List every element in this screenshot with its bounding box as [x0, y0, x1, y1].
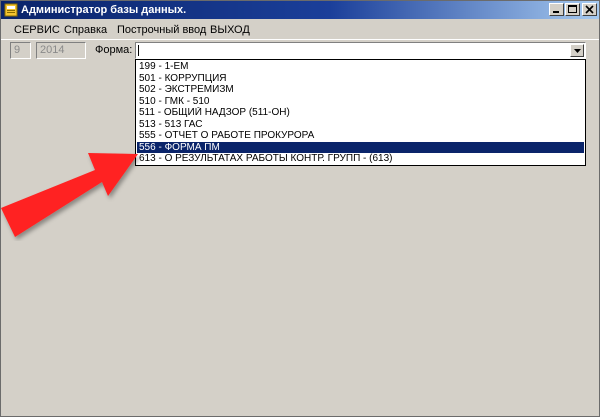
menu-row-input[interactable]: Построчный ввод: [117, 22, 206, 38]
app-window: Администратор базы данных. СЕРВИС Справк…: [0, 0, 600, 417]
menu-service[interactable]: СЕРВИС: [14, 22, 60, 38]
dropdown-option[interactable]: 199 - 1-ЕМ: [137, 61, 584, 72]
maximize-button[interactable]: [565, 3, 580, 16]
dropdown-option[interactable]: 511 - ОБЩИЙ НАДЗОР (511-ОН): [137, 107, 584, 118]
period-field[interactable]: 9: [10, 42, 31, 59]
maximize-icon: [568, 5, 577, 13]
menu-bar: СЕРВИС Справка Построчный ввод ВЫХОД: [1, 20, 599, 39]
forma-dropdown-list[interactable]: 199 - 1-ЕМ 501 - КОРРУПЦИЯ 502 - ЭКСТРЕМИЗ…: [135, 59, 586, 166]
dropdown-option[interactable]: 556 - ФОРМА ПМ: [137, 141, 584, 153]
year-field[interactable]: 2014: [36, 42, 86, 59]
red-arrow-icon: [1, 153, 138, 237]
combo-dropdown-button[interactable]: [570, 44, 584, 57]
database-app-icon[interactable]: [4, 3, 18, 17]
menu-separator: [1, 39, 599, 40]
menu-help[interactable]: Справка: [64, 22, 107, 38]
title-bar[interactable]: Администратор базы данных.: [1, 1, 599, 19]
minimize-icon: [553, 11, 559, 13]
dropdown-option[interactable]: 502 - ЭКСТРЕМИЗМ: [137, 84, 584, 95]
close-icon: [585, 5, 594, 14]
dropdown-option[interactable]: 513 - 513 ГАС: [137, 119, 584, 130]
text-caret: [138, 45, 139, 56]
forma-combobox[interactable]: [135, 42, 586, 59]
forma-label: Форма:: [95, 44, 133, 56]
dropdown-option[interactable]: 613 - О РЕЗУЛЬТАТАХ РАБОТЫ КОНТР. ГРУПП …: [137, 153, 584, 164]
dropdown-option[interactable]: 510 - ГМК - 510: [137, 96, 584, 107]
dropdown-option[interactable]: 555 - ОТЧЕТ О РАБОТЕ ПРОКУРОРА: [137, 130, 584, 141]
dropdown-option[interactable]: 501 - КОРРУПЦИЯ: [137, 73, 584, 84]
window-title: Администратор базы данных.: [21, 4, 187, 16]
menu-exit[interactable]: ВЫХОД: [210, 22, 250, 38]
close-button[interactable]: [582, 3, 597, 16]
minimize-button[interactable]: [549, 3, 564, 16]
chevron-down-icon: [574, 49, 581, 53]
